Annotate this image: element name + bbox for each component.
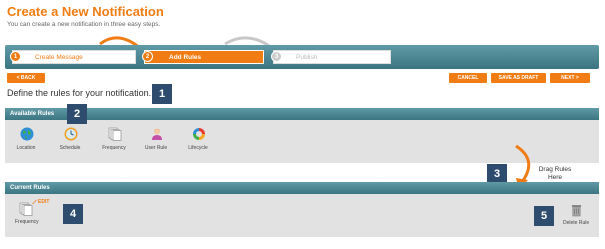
current-rules-header: Current Rules bbox=[5, 182, 599, 194]
trash-icon bbox=[571, 205, 582, 217]
drag-rules-hint: Drag Rules Here bbox=[538, 166, 572, 181]
edit-rule-link[interactable]: EDIT bbox=[38, 199, 49, 205]
current-rule-label-frequency: Frequency bbox=[15, 219, 39, 225]
marker-4: 4 bbox=[63, 204, 83, 224]
delete-rule-button[interactable]: Delete Rule bbox=[558, 204, 596, 230]
marker-3: 3 bbox=[487, 164, 507, 184]
current-rule-frequency[interactable]: EDIT Frequency bbox=[15, 198, 55, 228]
current-rules-panel bbox=[5, 194, 599, 237]
marker-5: 5 bbox=[534, 206, 554, 226]
delete-rule-label: Delete Rule bbox=[563, 220, 590, 226]
pencil-icon bbox=[32, 199, 37, 204]
